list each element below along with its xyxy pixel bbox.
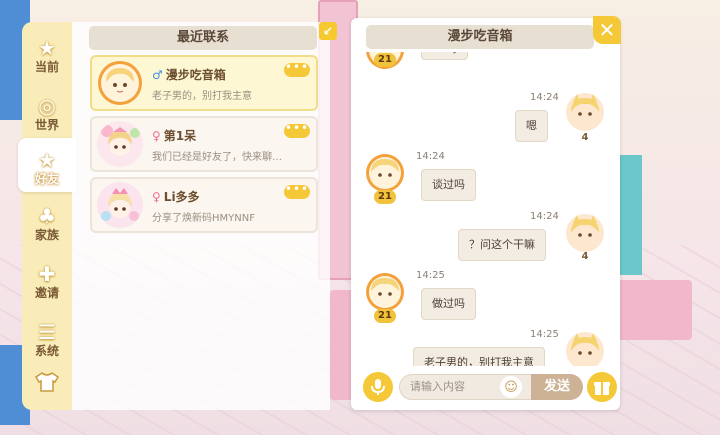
contact-name-text: 第1呆 [163,129,197,143]
contact-name: ♂ 漫步吃音箱 [152,66,226,83]
level-badge: 21 [374,53,396,67]
contact-item[interactable]: ♀ Li多多 分享了焕新码HMYNNF ••• [90,177,318,233]
contact-last-message: 老子男的，别打我主意 [152,91,252,102]
tab-label: 当前 [34,60,59,74]
recent-contacts-title: 最近联系 [89,26,317,50]
message-bubble: 做过吗 [421,288,476,320]
tab-label: 家族 [34,228,59,242]
tab-label: 系统 [34,344,59,358]
contact-item[interactable]: ♂ 漫步吃音箱 老子男的，别打我主意 ••• [90,55,318,111]
message-bubble: 嗯 [515,110,548,142]
avatar [365,153,405,193]
tab-outfit[interactable] [22,360,72,400]
message-time: 14:25 [416,270,445,281]
collapse-arrow-icon[interactable]: ↙ [319,22,337,40]
chat-title: 漫步吃音箱 [366,25,594,49]
message-list[interactable]: 58吗 21 14:24 嗯 4 14:24 谈过吗 21 14:24 ？问这个… [351,52,620,366]
contact-item[interactable]: ♀ 第1呆 我们已经是好友了，快来聊… ••• [90,116,318,172]
avatar [565,213,605,253]
female-icon: ♀ [152,190,161,204]
contact-name: ♀ 第1呆 [152,127,196,144]
send-button[interactable]: 发送 [531,374,583,400]
contact-name-text: 漫步吃音箱 [165,68,226,82]
more-options-button[interactable]: ••• [284,122,310,138]
avatar [565,331,605,366]
message-bubble: ？问这个干嘛 [458,229,546,261]
gift-icon[interactable] [587,372,617,402]
message-bubble: 58吗 [421,52,468,60]
tab-family[interactable]: ♣ 家族 [22,196,72,248]
star-icon: ★ [38,36,56,60]
contact-last-message: 分享了焕新码HMYNNF [152,213,255,224]
avatar [97,121,143,167]
tab-system[interactable]: ☰ 系统 [22,312,72,364]
message-bubble: 老子男的，别打我主意 [413,347,545,366]
tab-label: 世界 [34,118,59,132]
invite-icon: ✚ [38,262,56,286]
avatar [565,92,605,132]
recent-contacts-panel: 最近联系 ♂ 漫步吃音箱 老子男的，别打我主意 ••• ♀ 第1呆 我们已经是好… [72,22,330,410]
contact-last-message: 我们已经是好友了，快来聊… [152,152,282,163]
level-badge: 21 [374,190,396,204]
avatar [97,60,143,106]
more-options-button[interactable]: ••• [284,61,310,77]
level-badge: 4 [581,251,589,262]
microphone-icon[interactable] [363,372,393,402]
category-tabs: ★ 当前 ◎ 世界 ★ 好友 ♣ 家族 ✚ 邀请 ☰ 系统 [18,22,76,410]
level-badge: 4 [581,132,589,143]
avatar [365,272,405,312]
message-time: 14:25 [530,329,559,340]
tab-friends[interactable]: ★ 好友 [18,138,76,192]
close-button[interactable]: ✕ [593,16,621,44]
contact-name: ♀ Li多多 [152,188,200,205]
chat-panel: 漫步吃音箱 58吗 21 14:24 嗯 4 14:24 谈过吗 21 14:2… [351,18,620,410]
tab-label: 好友 [34,172,59,186]
emoji-icon[interactable]: ☺ [500,376,522,398]
more-options-button[interactable]: ••• [284,183,310,199]
planet-icon: ◎ [38,94,56,118]
avatar [97,182,143,228]
message-time: 14:24 [530,211,559,222]
female-icon: ♀ [152,129,161,143]
friends-icon: ★ [38,148,56,172]
shirt-icon [32,370,62,394]
message-time: 14:24 [416,151,445,162]
message-time: 14:24 [530,92,559,103]
tab-current[interactable]: ★ 当前 [22,28,72,80]
tab-invite[interactable]: ✚ 邀请 [22,254,72,306]
tab-world[interactable]: ◎ 世界 [22,86,72,138]
tab-label: 邀请 [34,286,59,300]
message-bubble: 谈过吗 [421,169,476,201]
family-icon: ♣ [38,204,56,228]
male-icon: ♂ [152,68,163,82]
contact-name-text: Li多多 [163,190,200,204]
system-icon: ☰ [38,320,56,344]
level-badge: 21 [374,309,396,323]
